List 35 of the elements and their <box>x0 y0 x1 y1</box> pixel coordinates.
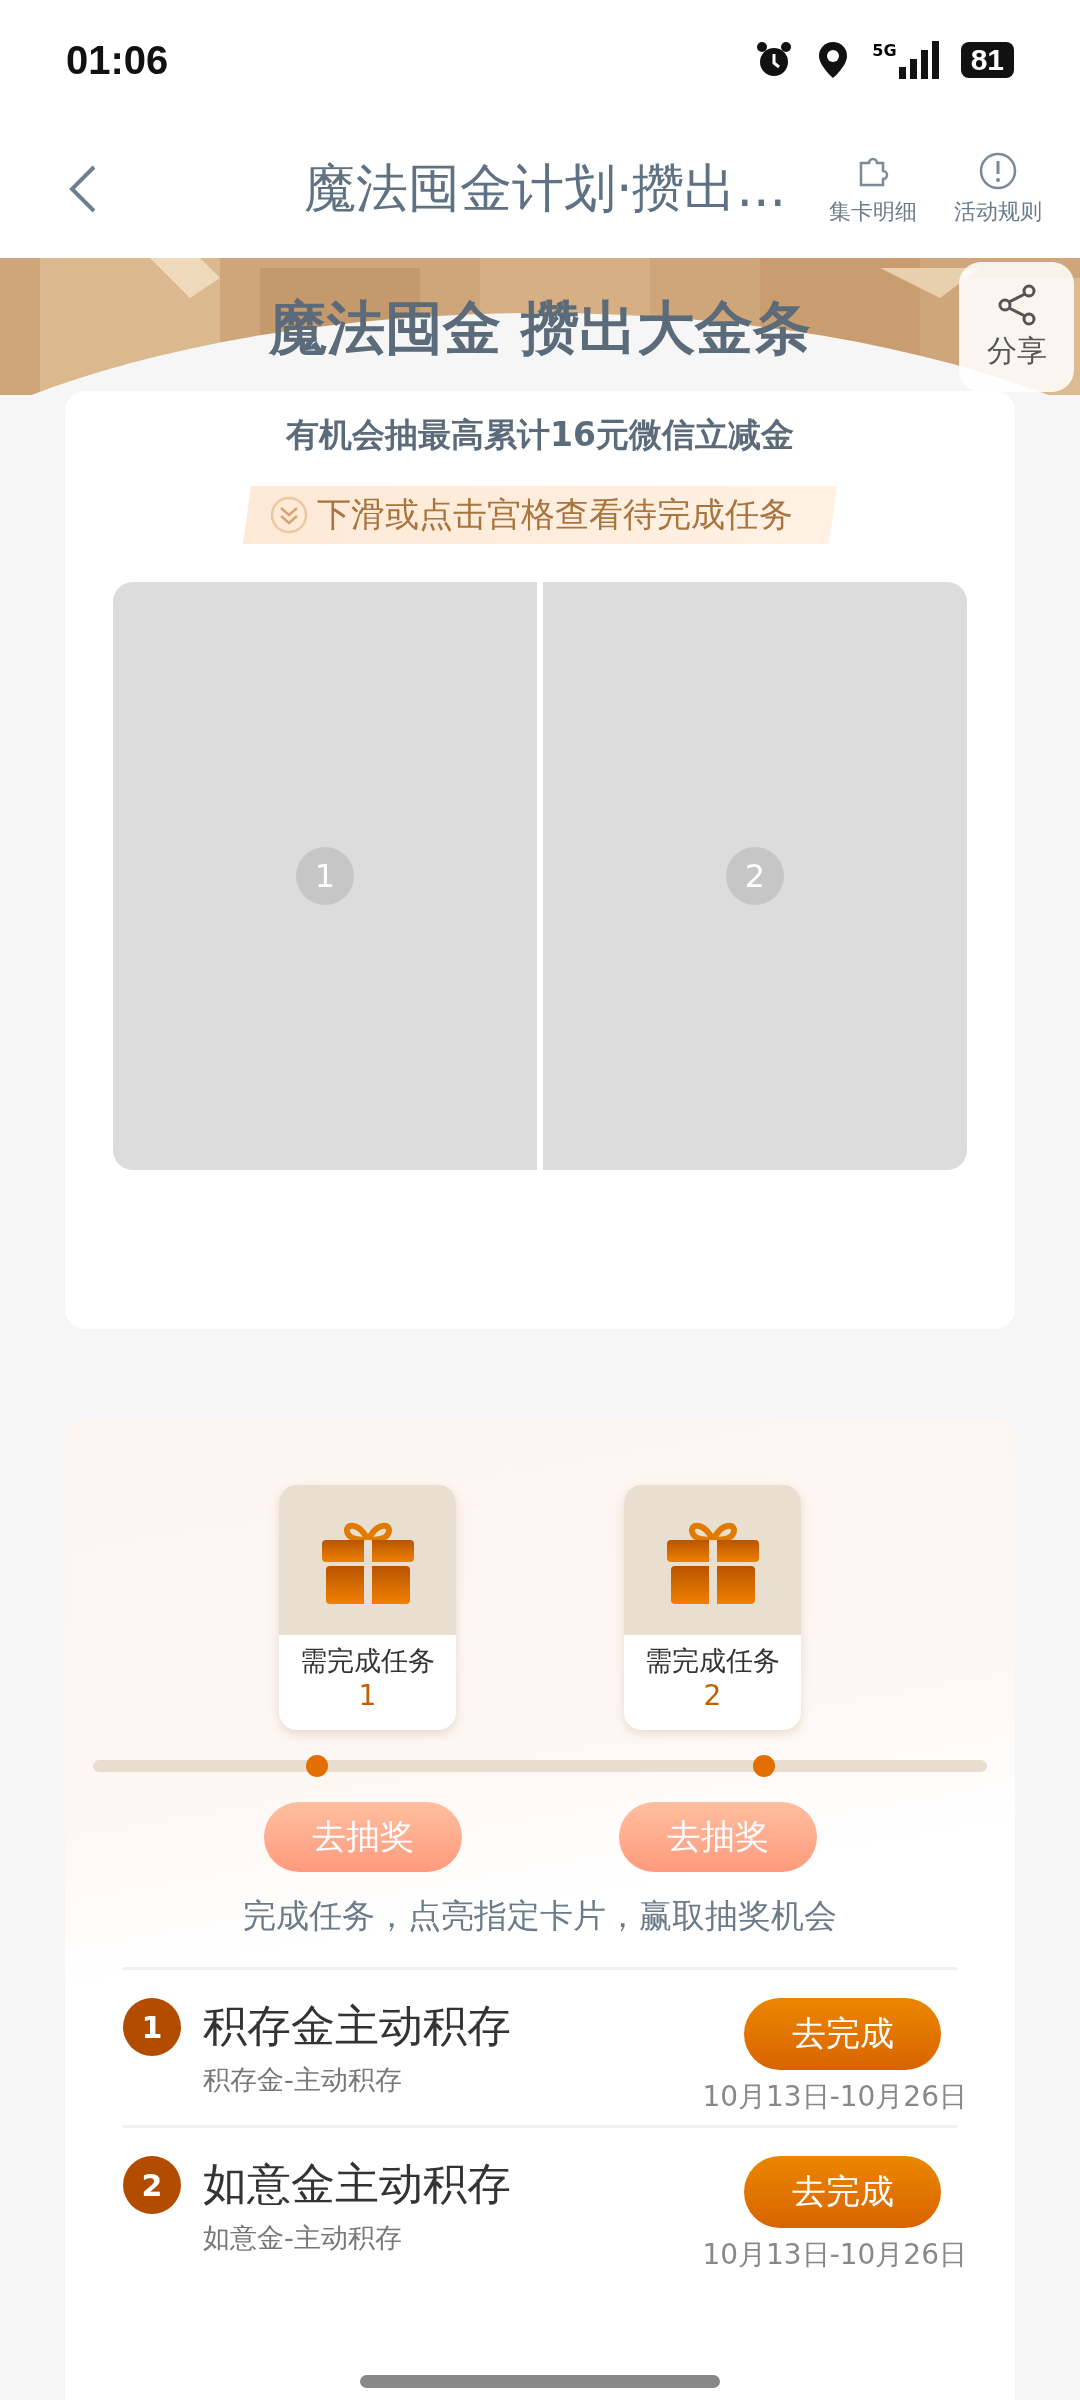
info-icon <box>977 151 1018 191</box>
slot-number: 2 <box>726 847 784 905</box>
signal-icon <box>898 41 939 79</box>
nav-action-button[interactable]: 活动规则 <box>935 151 1060 227</box>
task-title: 积存金主动积存 <box>203 1999 512 2053</box>
draw-button[interactable]: 去抽奖 <box>263 1802 462 1872</box>
rewards-caption: 完成任务，点亮指定卡片，赢取抽奖机会 <box>242 1895 838 1937</box>
draw-button[interactable]: 去抽奖 <box>618 1802 817 1872</box>
milestone-dot <box>752 1755 775 1777</box>
chevron-down-icon <box>269 495 309 535</box>
status-time: 01:06 <box>66 37 169 83</box>
task-subtitle: 如意金-主动积存 <box>203 2221 403 2255</box>
battery-level: 81 <box>960 42 1014 78</box>
task-number: 1 <box>123 1998 181 2056</box>
task-dates: 10月13日-10月26日 <box>702 2079 967 2115</box>
complete-button[interactable]: 去完成 <box>744 2156 941 2228</box>
card-slot[interactable]: 1 <box>113 582 537 1170</box>
slot-number: 1 <box>296 847 354 905</box>
network-label: 5G <box>872 41 897 60</box>
complete-button[interactable]: 去完成 <box>744 1998 941 2070</box>
reward-count: 2 <box>703 1679 722 1712</box>
share-button[interactable]: 分享 <box>959 262 1074 392</box>
reward-count: 1 <box>358 1679 377 1712</box>
reward-label: 需完成任务 <box>645 1644 780 1678</box>
nav-action-button[interactable]: 集卡明细 <box>810 151 935 227</box>
page-title: 魔法囤金计划·攒出... <box>302 157 788 220</box>
reward-label: 需完成任务 <box>300 1644 435 1678</box>
card-slot[interactable]: 2 <box>543 582 967 1170</box>
task-number: 2 <box>123 2156 181 2214</box>
milestone-dot <box>305 1755 328 1777</box>
task-title: 如意金主动积存 <box>203 2157 512 2211</box>
task-dates: 10月13日-10月26日 <box>702 2237 967 2273</box>
task-subtitle: 积存金-主动积存 <box>203 2063 403 2097</box>
hint-text: 下滑或点击宫格查看待完成任务 <box>317 493 793 536</box>
prize-subtitle: 有机会抽最高累计16元微信立减金 <box>286 414 794 456</box>
